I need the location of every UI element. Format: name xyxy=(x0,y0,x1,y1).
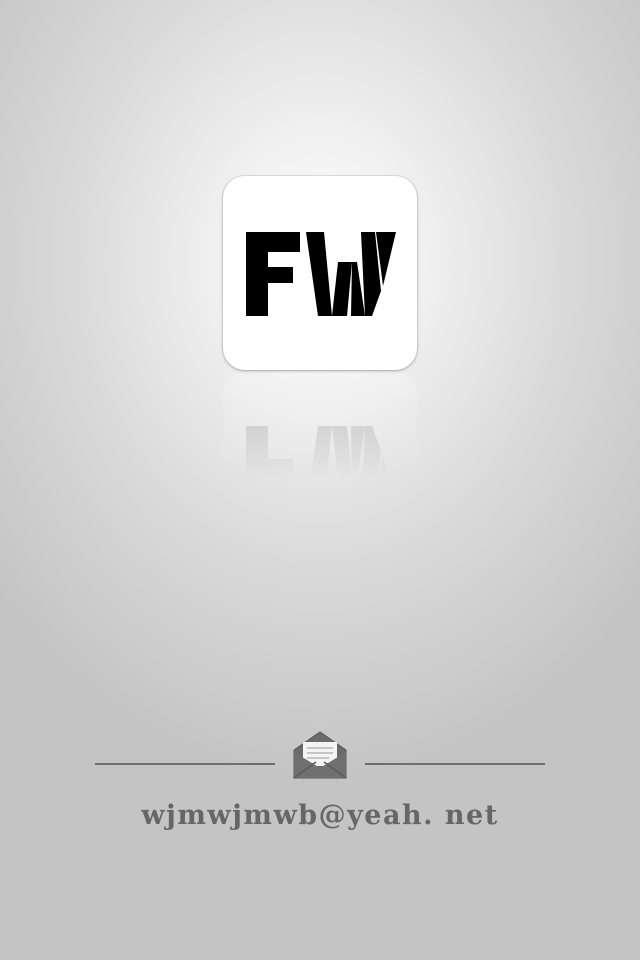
app-logo-reflection xyxy=(223,372,417,566)
divider-right xyxy=(365,763,545,765)
app-logo xyxy=(223,176,417,370)
fw-logo-icon xyxy=(246,232,396,316)
mail-icon[interactable] xyxy=(292,730,348,780)
divider-left xyxy=(95,763,275,765)
contact-email[interactable]: wjmwjmwb@yeah. net xyxy=(0,800,640,831)
